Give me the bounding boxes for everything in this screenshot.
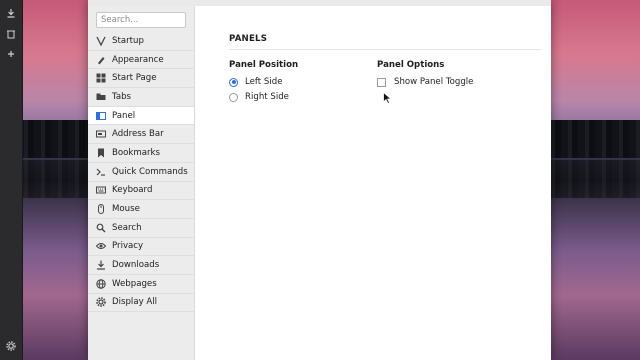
sidebar-item-tabs[interactable]: Tabs — [88, 88, 194, 107]
settings-content: PANELS Panel Position Left Side Right Si… — [195, 6, 551, 360]
panel-icon — [96, 111, 106, 121]
settings-search-input[interactable] — [96, 12, 186, 28]
gear-icon — [96, 297, 106, 308]
trash-icon[interactable] — [4, 29, 18, 43]
sidebar-item-label: Mouse — [112, 204, 140, 215]
bookmark-icon — [96, 148, 106, 158]
sidebar-item-label: Downloads — [112, 260, 160, 271]
plus-icon[interactable] — [4, 49, 18, 63]
tabs-icon — [96, 92, 106, 102]
radio-button[interactable] — [229, 92, 238, 102]
sidebar-item-display-all[interactable]: Display All — [88, 294, 194, 313]
sidebar-item-bookmarks[interactable]: Bookmarks — [88, 144, 194, 163]
settings-dialog: Startup Appearance Start Page Tabs — [88, 0, 551, 360]
sidebar-item-appearance[interactable]: Appearance — [88, 51, 194, 70]
radio-label: Right Side — [245, 92, 289, 102]
gear-icon[interactable] — [4, 341, 18, 355]
keyboard-icon — [96, 185, 106, 195]
sidebar-item-search[interactable]: Search — [88, 219, 194, 238]
sidebar-item-label: Appearance — [112, 54, 164, 65]
sidebar-item-start-page[interactable]: Start Page — [88, 69, 194, 89]
sidebar-item-label: Panel — [112, 110, 136, 121]
download-icon[interactable] — [4, 8, 18, 22]
eye-icon — [96, 241, 106, 251]
radio-button[interactable] — [229, 77, 238, 87]
section-title: PANELS — [229, 34, 268, 44]
browser-panel-strip — [0, 0, 23, 360]
radio-left-side[interactable]: Left Side — [229, 77, 282, 87]
globe-icon — [96, 279, 106, 289]
sidebar-item-label: Display All — [112, 297, 158, 308]
settings-nav: Startup Appearance Start Page Tabs Panel… — [88, 32, 194, 313]
sidebar-item-downloads[interactable]: Downloads — [88, 256, 194, 275]
section-divider — [229, 49, 541, 50]
sidebar-item-label: Bookmarks — [112, 147, 161, 158]
radio-right-side[interactable]: Right Side — [229, 92, 289, 102]
quick-commands-icon — [96, 167, 106, 177]
search-icon — [96, 223, 106, 233]
checkbox-show-panel-toggle[interactable]: Show Panel Toggle — [377, 77, 473, 87]
sidebar-item-privacy[interactable]: Privacy — [88, 238, 194, 257]
start-page-icon — [96, 73, 106, 83]
sidebar-item-label: Quick Commands — [112, 166, 188, 177]
appearance-icon — [96, 55, 106, 65]
radio-label: Left Side — [245, 77, 283, 87]
sidebar-item-label: Search — [112, 222, 142, 233]
sidebar-item-keyboard[interactable]: Keyboard — [88, 182, 194, 201]
sidebar-item-startup[interactable]: Startup — [88, 32, 194, 51]
settings-sidebar: Startup Appearance Start Page Tabs — [88, 6, 195, 360]
sidebar-item-label: Privacy — [112, 241, 144, 252]
sidebar-item-label: Webpages — [112, 278, 157, 289]
download-icon — [96, 260, 106, 270]
sidebar-item-quick-commands[interactable]: Quick Commands — [88, 163, 194, 182]
sidebar-item-panel[interactable]: Panel — [88, 106, 194, 126]
sidebar-item-label: Tabs — [112, 91, 132, 102]
panel-options-title: Panel Options — [377, 60, 445, 70]
sidebar-item-mouse[interactable]: Mouse — [88, 200, 194, 219]
sidebar-item-webpages[interactable]: Webpages — [88, 275, 194, 294]
mouse-icon — [96, 204, 106, 215]
sidebar-item-label: Keyboard — [112, 185, 153, 196]
panel-position-title: Panel Position — [229, 60, 299, 70]
mouse-cursor-icon — [383, 92, 392, 104]
address-bar-icon — [96, 129, 106, 139]
sidebar-item-label: Address Bar — [112, 129, 164, 140]
startup-icon — [96, 36, 106, 46]
sidebar-item-label: Startup — [112, 35, 144, 46]
checkbox[interactable] — [377, 77, 386, 87]
sidebar-item-label: Start Page — [112, 73, 157, 84]
sidebar-item-address-bar[interactable]: Address Bar — [88, 125, 194, 145]
checkbox-label: Show Panel Toggle — [394, 77, 474, 87]
